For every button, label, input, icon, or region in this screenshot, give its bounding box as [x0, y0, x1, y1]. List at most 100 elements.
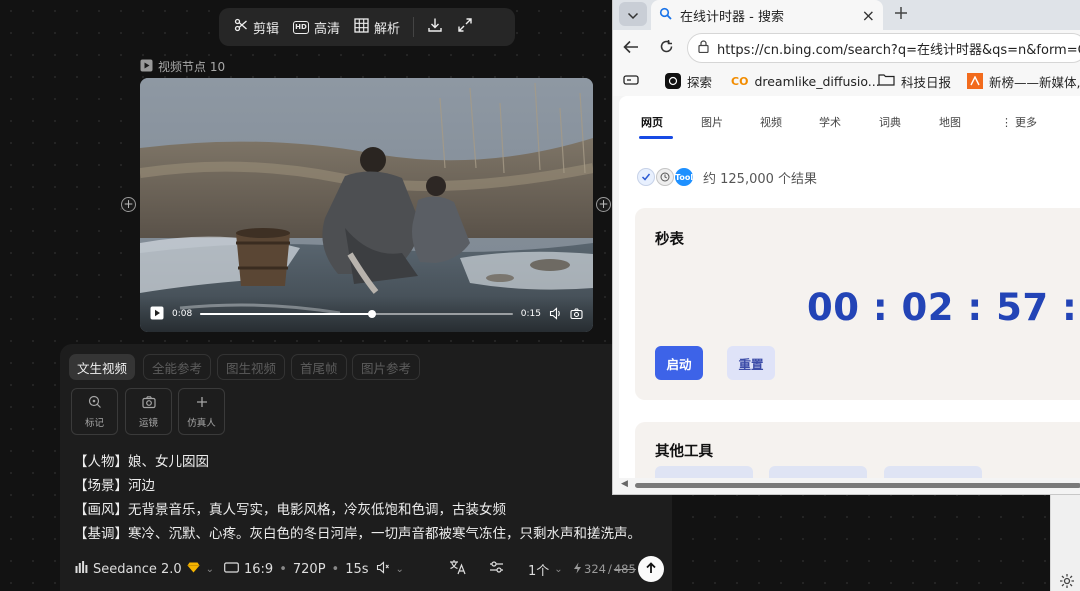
resolution-value: 720P: [292, 561, 326, 577]
prompt-panel: 文生视频 全能参考 图生视频 首尾帧 图片参考 标记 运镜 仿真人 【人物】娘、…: [60, 344, 672, 591]
mark-label: 标记: [84, 417, 104, 429]
stopwatch-start-button[interactable]: 启动: [655, 346, 703, 380]
current-time: 0:08: [172, 309, 193, 319]
browser-tab-active[interactable]: 在线计时器 - 搜索 ×: [651, 0, 883, 30]
search-tab-more[interactable]: ⋮ 更多: [1001, 114, 1037, 130]
search-tab-images[interactable]: 图片: [701, 114, 723, 130]
gear-icon[interactable]: [1059, 573, 1075, 591]
search-tab-videos[interactable]: 视频: [760, 114, 782, 130]
newrank-icon: [967, 73, 983, 89]
chevron-down-icon: [627, 5, 639, 24]
horizontal-scrollbar[interactable]: ◀: [613, 478, 1080, 492]
address-bar[interactable]: https://cn.bing.com/search?q=在线计时器&qs=n&…: [687, 33, 1080, 63]
video-progress-handle[interactable]: [368, 310, 377, 318]
scrollbar-thumb[interactable]: [635, 483, 1080, 488]
search-tab-maps[interactable]: 地图: [939, 114, 961, 130]
mode-tab-first-last-frame[interactable]: 首尾帧: [291, 354, 347, 380]
active-tab-indicator: [639, 136, 673, 139]
camera-move-button[interactable]: 运镜: [125, 388, 172, 435]
bing-results-page: 网页 图片 视频 学术 词典 地图 ⋮ 更多 Tool 约 125,000 个结果…: [619, 96, 1080, 486]
prompt-line-characters[interactable]: 【人物】娘、女儿囡囡: [74, 450, 209, 470]
prompt-line-style[interactable]: 【画风】无背景音乐，真人写实，电影风格，冷灰低饱和色调，古装女频: [74, 498, 506, 518]
credits-separator: /: [607, 562, 612, 576]
credits-total: 485: [613, 562, 636, 576]
bookmark-dreamlike[interactable]: CO dreamlike_diffusio...: [731, 69, 880, 93]
add-node-left-button[interactable]: +: [121, 197, 136, 212]
screenshot-icon[interactable]: [570, 305, 583, 324]
model-selector[interactable]: Seedance 2.0 ⌄: [75, 556, 214, 582]
search-tab-dictionary[interactable]: 词典: [879, 114, 901, 130]
download-button[interactable]: [420, 13, 450, 41]
edit-label: 剪辑: [253, 21, 280, 37]
stopwatch-reset-button[interactable]: 重置: [727, 346, 775, 380]
mode-tab-image-to-video[interactable]: 图生视频: [217, 354, 286, 380]
bookmarks-bar: 探索 CO dreamlike_diffusio... 科技日报 新榜——新媒体…: [613, 66, 1080, 96]
background-window-edge: [1050, 495, 1080, 591]
video-frame-image: [140, 78, 593, 332]
mode-tab-image-reference[interactable]: 图片参考: [352, 354, 421, 380]
tab-strip: 在线计时器 - 搜索 ×: [613, 0, 1080, 30]
explore-icon: [665, 73, 681, 89]
bookmark-keji-label: 科技日报: [901, 74, 952, 90]
hd-button[interactable]: HD 高清: [286, 13, 347, 41]
video-progress-bar[interactable]: [200, 310, 513, 318]
url-text: https://cn.bing.com/search?q=在线计时器&qs=n&…: [717, 42, 1080, 58]
edit-button[interactable]: 剪辑: [227, 13, 286, 41]
hd-icon: HD: [293, 20, 310, 34]
digital-human-label: 仿真人: [187, 417, 216, 429]
stopwatch-time: 00 : 02 : 57 : 428: [807, 286, 1080, 329]
mark-button[interactable]: 标记: [71, 388, 118, 435]
bookmark-newrank[interactable]: 新榜——新媒体,: [967, 69, 1080, 93]
credits-used: 324: [584, 562, 606, 576]
play-icon[interactable]: [150, 305, 164, 324]
download-icon: [427, 17, 443, 37]
video-node-label: 视频节点 10: [140, 58, 225, 75]
more-vertical-icon: ⋮: [1001, 116, 1012, 129]
camera-move-label: 运镜: [138, 417, 158, 429]
video-player[interactable]: 0:08 0:15: [140, 78, 593, 332]
volume-icon[interactable]: [549, 305, 562, 324]
video-progress-fill: [200, 313, 373, 315]
mode-tab-text-to-video[interactable]: 文生视频: [69, 354, 136, 380]
plus-icon: [195, 395, 209, 412]
close-tab-icon[interactable]: ×: [862, 6, 875, 25]
tool-badge-icon: Tool: [675, 168, 693, 186]
parse-button[interactable]: 解析: [347, 13, 407, 41]
video-duration: 0:15: [520, 309, 541, 319]
chevron-down-icon: ⌄: [205, 563, 215, 575]
refresh-button[interactable]: [654, 36, 678, 60]
prompt-line-scene[interactable]: 【场景】河边: [74, 474, 155, 494]
scroll-left-icon[interactable]: ◀: [621, 479, 628, 489]
prompt-line-tone[interactable]: 【基调】寒冷、沉默、心疼。灰白色的冬日河岸，一切声音都被寒气冻住，只剩水声和搓洗…: [74, 522, 641, 542]
aspect-ratio-icon: [224, 561, 239, 577]
settings-button[interactable]: [489, 556, 504, 582]
parse-label: 解析: [374, 21, 401, 37]
bookmark-keji-ribao[interactable]: 科技日报: [878, 69, 951, 93]
add-node-right-button[interactable]: +: [596, 197, 611, 212]
digital-human-button[interactable]: 仿真人: [178, 388, 225, 435]
expand-button[interactable]: [450, 13, 480, 41]
translate-button[interactable]: [449, 556, 467, 582]
new-tab-button[interactable]: [889, 2, 913, 26]
result-count: 约 125,000 个结果: [703, 172, 818, 187]
search-tab-web[interactable]: 网页: [641, 114, 663, 130]
diamond-icon: [187, 562, 200, 577]
tab-list-button[interactable]: [619, 2, 647, 26]
search-tab-academic[interactable]: 学术: [819, 114, 841, 130]
duration-value: 15s: [345, 561, 369, 577]
speaker-icon: [376, 560, 390, 578]
bookmark-apps[interactable]: [623, 69, 639, 93]
clock-icon: [656, 168, 674, 186]
video-spec-selector[interactable]: 16:9 • 720P • 15s ⌄: [224, 556, 404, 582]
bookmark-explore-label: 探索: [687, 74, 713, 90]
count-selector[interactable]: 1个 ⌄: [528, 556, 563, 582]
mode-tab-omni-reference[interactable]: 全能参考: [143, 354, 212, 380]
other-tools-section: 其他工具: [635, 422, 1080, 486]
bookmark-explore[interactable]: 探索: [665, 69, 712, 93]
lock-icon: [698, 39, 709, 57]
browser-window: 在线计时器 - 搜索 × https://cn.bing.com/search?…: [612, 0, 1080, 495]
arrow-left-icon: [623, 39, 639, 58]
back-button[interactable]: [619, 36, 643, 60]
send-button[interactable]: [638, 556, 664, 582]
bookmark-apps-icon: [623, 74, 639, 89]
